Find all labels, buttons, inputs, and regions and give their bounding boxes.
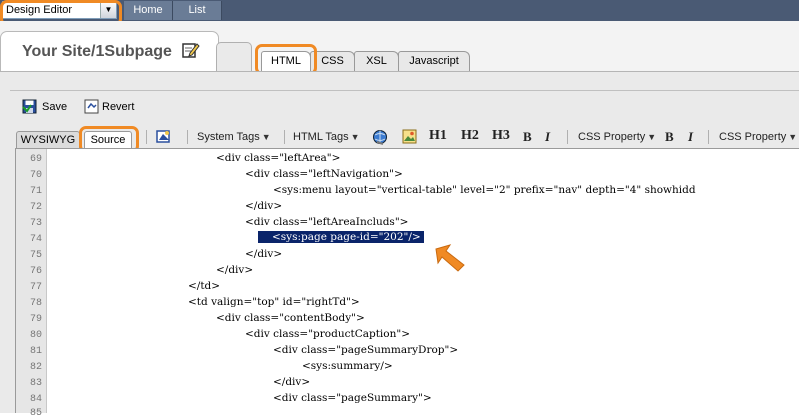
chevron-down-icon: ▼ xyxy=(788,132,798,142)
line-number: 81 xyxy=(29,346,42,357)
save-button[interactable]: Save xyxy=(42,101,67,113)
selected-code-line: <sys:page page-id="202"/> xyxy=(258,231,424,243)
bold-button[interactable]: B xyxy=(523,129,532,145)
link-globe-icon[interactable] xyxy=(372,129,388,145)
image-icon[interactable] xyxy=(402,129,417,144)
chevron-down-icon: ▼ xyxy=(647,132,657,142)
tab-wysiwyg[interactable]: WYSIWYG xyxy=(16,131,80,148)
tab-xsl[interactable]: XSL xyxy=(354,51,399,71)
toolbar-separator xyxy=(708,130,709,144)
system-tags-dropdown[interactable]: System Tags ▼ xyxy=(197,131,271,143)
code-line: <div class="leftNavigation"> xyxy=(245,168,403,180)
system-tags-label: System Tags xyxy=(197,131,260,143)
code-line: <div class="leftAreaIncluds"> xyxy=(245,216,409,228)
css-property-label-2: CSS Property xyxy=(719,131,787,143)
code-line: <sys:menu layout="vertical-table" level=… xyxy=(273,184,696,196)
heading-2-button[interactable]: H2 xyxy=(461,128,479,144)
code-line: </div> xyxy=(216,264,254,276)
nav-home[interactable]: Home xyxy=(124,1,173,20)
line-number: 69 xyxy=(29,154,42,165)
line-number: 80 xyxy=(29,330,42,341)
toolbar-separator xyxy=(146,130,147,144)
code-line: <div class="contentBody"> xyxy=(216,312,365,324)
insert-image-icon[interactable] xyxy=(156,129,171,144)
line-number: 74 xyxy=(29,234,42,245)
blank-tab xyxy=(216,42,252,71)
code-line: </div> xyxy=(273,376,311,388)
code-line: <div class="pageSummaryDrop"> xyxy=(273,344,459,356)
chevron-down-icon: ▼ xyxy=(350,132,360,142)
css-property-dropdown-2[interactable]: CSS Property ▼ xyxy=(719,131,797,143)
line-number: 75 xyxy=(29,250,42,261)
line-number: 77 xyxy=(29,282,42,293)
save-icon[interactable] xyxy=(22,99,37,114)
heading-3-button[interactable]: H3 xyxy=(492,128,510,144)
chevron-down-icon: ▼ xyxy=(261,132,271,142)
italic-button[interactable]: I xyxy=(545,129,550,145)
revert-icon[interactable] xyxy=(84,99,99,114)
line-number: 71 xyxy=(29,186,42,197)
html-tags-dropdown[interactable]: HTML Tags ▼ xyxy=(293,131,360,143)
nav-list[interactable]: List xyxy=(173,1,222,20)
code-line: <div class="leftArea"> xyxy=(216,152,341,164)
heading-1-button[interactable]: H1 xyxy=(429,128,447,144)
code-line: </td> xyxy=(188,280,221,292)
line-number: 85 xyxy=(29,408,42,419)
code-line: <div class="pageSummary"> xyxy=(273,392,432,404)
code-line: <div class="productCaption"> xyxy=(245,328,411,340)
page-title: Your Site/1Subpage xyxy=(22,43,172,60)
line-number: 73 xyxy=(29,218,42,229)
tab-javascript[interactable]: Javascript xyxy=(398,51,470,71)
line-number: 72 xyxy=(29,202,42,213)
line-number: 76 xyxy=(29,266,42,277)
panel-divider xyxy=(10,90,799,91)
toolbar-separator xyxy=(187,130,188,144)
code-line: </div> xyxy=(245,248,283,260)
line-number: 84 xyxy=(29,394,42,405)
italic-button-2[interactable]: I xyxy=(688,129,693,145)
line-number: 82 xyxy=(29,362,42,373)
edit-page-icon[interactable] xyxy=(182,41,200,59)
toolbar-separator xyxy=(567,130,568,144)
bold-button-2[interactable]: B xyxy=(665,129,674,145)
code-line: <sys:summary/> xyxy=(302,360,393,372)
arrow-pointer-icon xyxy=(435,244,465,272)
toolbar-separator xyxy=(284,130,285,144)
html-tags-label: HTML Tags xyxy=(293,131,349,143)
css-property-label: CSS Property xyxy=(578,131,646,143)
line-number: 79 xyxy=(29,314,42,325)
line-number: 83 xyxy=(29,378,42,389)
line-number: 70 xyxy=(29,170,42,181)
line-number: 78 xyxy=(29,298,42,309)
revert-button[interactable]: Revert xyxy=(102,101,134,113)
code-line: <td valign="top" id="rightTd"> xyxy=(188,296,360,308)
code-line: </div> xyxy=(245,200,283,212)
css-property-dropdown[interactable]: CSS Property ▼ xyxy=(578,131,656,143)
